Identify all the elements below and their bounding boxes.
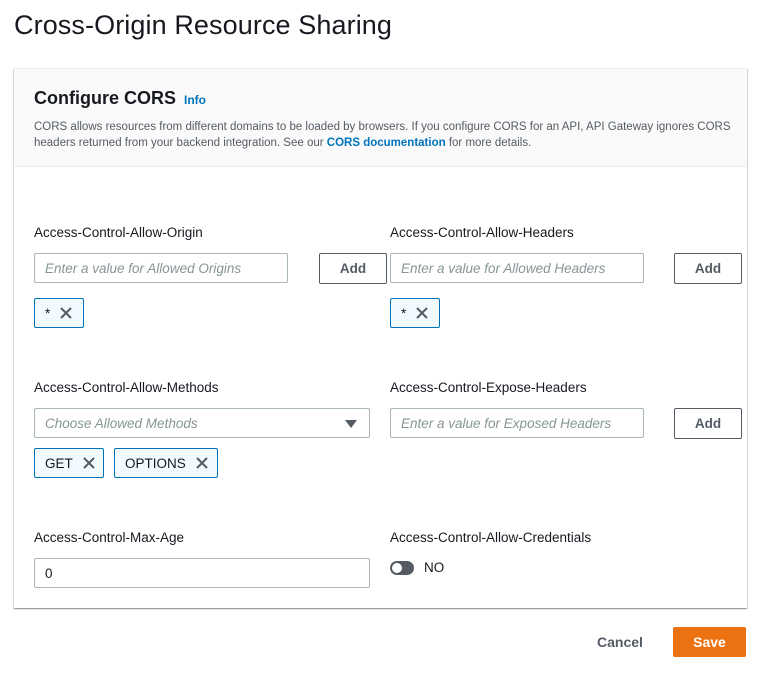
allow-credentials-toggle[interactable] bbox=[390, 561, 414, 575]
allow-methods-label: Access-Control-Allow-Methods bbox=[34, 380, 219, 395]
add-origin-button[interactable]: Add bbox=[319, 253, 387, 284]
info-link[interactable]: Info bbox=[184, 93, 206, 107]
allow-headers-input[interactable] bbox=[390, 253, 644, 283]
allow-credentials-state: NO bbox=[424, 560, 445, 575]
configure-cors-panel: Configure CORS Info CORS allows resource… bbox=[14, 68, 747, 608]
token-label: GET bbox=[45, 455, 73, 471]
max-age-label: Access-Control-Max-Age bbox=[34, 530, 185, 545]
panel-header: Configure CORS Info CORS allows resource… bbox=[14, 69, 747, 167]
close-icon[interactable] bbox=[58, 305, 74, 321]
method-token-get: GET bbox=[34, 448, 104, 478]
add-headers-button[interactable]: Add bbox=[674, 253, 742, 284]
expose-headers-input[interactable] bbox=[390, 408, 644, 438]
method-token-options: OPTIONS bbox=[114, 448, 218, 478]
close-icon[interactable] bbox=[81, 455, 97, 471]
select-placeholder: Choose Allowed Methods bbox=[45, 415, 198, 431]
close-icon[interactable] bbox=[414, 305, 430, 321]
expose-headers-label: Access-Control-Expose-Headers bbox=[390, 380, 587, 395]
cors-documentation-link[interactable]: CORS documentation bbox=[327, 137, 446, 149]
caret-down-icon bbox=[345, 420, 357, 428]
allow-origin-input[interactable] bbox=[34, 253, 288, 283]
add-expose-headers-button[interactable]: Add bbox=[674, 408, 742, 439]
toggle-knob bbox=[392, 563, 402, 573]
allow-headers-label: Access-Control-Allow-Headers bbox=[390, 225, 574, 240]
save-button[interactable]: Save bbox=[673, 627, 746, 657]
panel-description: CORS allows resources from different dom… bbox=[34, 119, 734, 151]
token-label: * bbox=[401, 305, 407, 321]
description-text-end: for more details. bbox=[445, 137, 532, 149]
origin-token: * bbox=[34, 298, 84, 328]
close-icon[interactable] bbox=[194, 455, 210, 471]
token-label: OPTIONS bbox=[125, 455, 186, 471]
page-title: Cross-Origin Resource Sharing bbox=[14, 10, 393, 40]
allow-origin-label: Access-Control-Allow-Origin bbox=[34, 225, 203, 240]
allow-credentials-label: Access-Control-Allow-Credentials bbox=[390, 530, 592, 545]
max-age-input[interactable] bbox=[34, 558, 370, 588]
allow-methods-select[interactable]: Choose Allowed Methods bbox=[34, 408, 370, 438]
panel-title: Configure CORS bbox=[34, 88, 176, 108]
token-label: * bbox=[45, 305, 51, 321]
headers-token: * bbox=[390, 298, 440, 328]
cancel-button[interactable]: Cancel bbox=[584, 627, 656, 657]
